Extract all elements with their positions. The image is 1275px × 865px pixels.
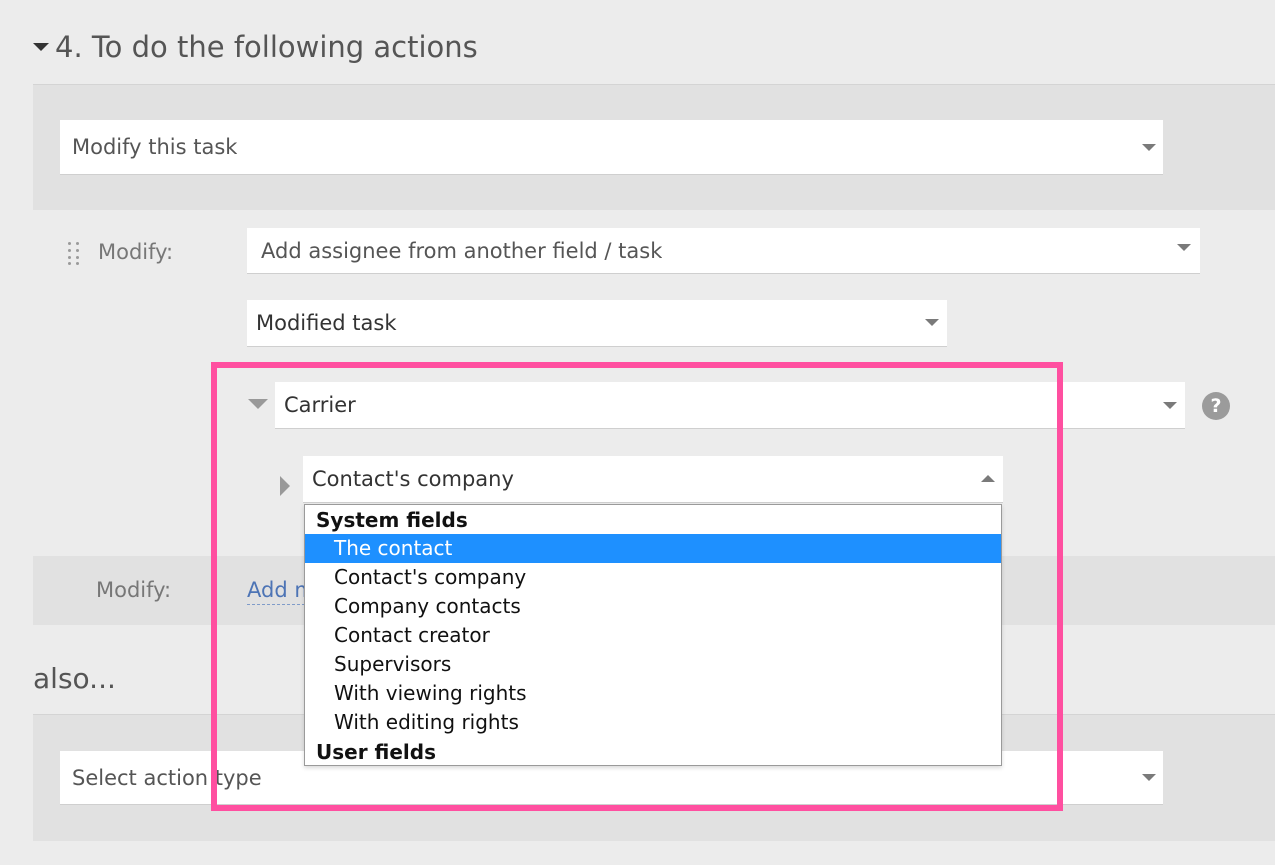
modify-type-value: Add assignee from another field / task [261,238,663,263]
modify-type-select[interactable]: Add assignee from another field / task [247,228,1200,274]
highlight-box [211,362,1063,811]
section-header[interactable]: 4. To do the following actions [33,30,478,64]
action-select-value: Modify this task [72,135,238,159]
source-select[interactable]: Modified task [247,300,947,347]
chevron-down-icon [925,319,939,326]
action-select[interactable]: Modify this task [60,120,1163,175]
drag-handle-icon[interactable] [68,242,80,266]
chevron-down-icon [1142,774,1156,781]
section-title: 4. To do the following actions [55,30,478,64]
chevron-down-icon [1142,144,1156,151]
collapse-caret-icon[interactable] [33,43,49,51]
source-select-value: Modified task [256,311,397,335]
help-icon[interactable]: ? [1202,392,1230,420]
chevron-down-icon [1177,244,1191,251]
also-heading: also... [33,662,116,695]
chevron-down-icon [1163,402,1177,409]
modify-label-2: Modify: [96,578,172,602]
modify-label: Modify: [98,240,174,264]
